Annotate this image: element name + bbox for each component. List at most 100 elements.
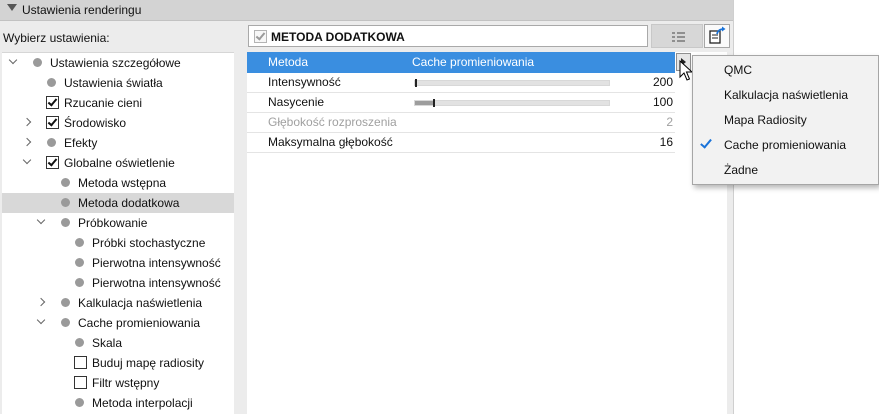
- panel-title: Ustawienia renderingu: [22, 3, 142, 17]
- property-row-glebokosc-rozproszenia: Głębokość rozproszenia 2: [247, 112, 675, 133]
- menu-item-label: QMC: [724, 63, 752, 77]
- tree-item-label: Metoda interpolacji: [92, 396, 193, 410]
- property-label: Maksymalna głębokość: [268, 135, 393, 149]
- tree-item-buduj-mape-radiosity[interactable]: Buduj mapę radiosity: [2, 353, 234, 373]
- tree-item-filtr-wstepny[interactable]: Filtr wstępny: [2, 373, 234, 393]
- check-icon: [47, 116, 58, 127]
- tree-item-kalkulacja-naswietlenia[interactable]: Kalkulacja naświetlenia: [2, 293, 234, 313]
- bullet-icon: [75, 398, 84, 407]
- tree-checkbox[interactable]: [74, 376, 87, 389]
- chevron-right-icon[interactable]: [22, 137, 32, 147]
- property-label: Metoda: [268, 55, 309, 69]
- bullet-icon: [61, 298, 70, 307]
- export-settings-icon: [709, 26, 726, 44]
- tree-item-probki-stochastyczne[interactable]: Próbki stochastyczne: [2, 233, 234, 253]
- section-enable-checkbox[interactable]: [254, 30, 267, 43]
- bullet-icon: [61, 178, 70, 187]
- tree-item-label: Próbki stochastyczne: [92, 236, 206, 250]
- tree-item-label: Filtr wstępny: [92, 376, 160, 390]
- tree-item-ustawienia-szczegolowe[interactable]: Ustawienia szczegółowe: [2, 53, 234, 73]
- check-icon: [47, 96, 58, 107]
- check-icon: [255, 30, 266, 41]
- tree-item-metoda-dodatkowa[interactable]: Metoda dodatkowa: [2, 193, 234, 213]
- section-title: METODA DODATKOWA: [271, 30, 405, 44]
- property-row-metoda[interactable]: Metoda Cache promieniowania: [247, 52, 675, 73]
- property-label: Nasycenie: [268, 95, 325, 109]
- tree-item-label: Ustawienia szczegółowe: [50, 56, 181, 70]
- tree-item-label: Próbkowanie: [78, 216, 148, 230]
- tree-item-metoda-interpolacji[interactable]: Metoda interpolacji: [2, 393, 234, 413]
- tree-item-label: Skala: [92, 336, 123, 350]
- mouse-pointer-icon: [679, 60, 693, 81]
- tree-item-skala[interactable]: Skala: [2, 333, 234, 353]
- tree-checkbox-checked[interactable]: [46, 116, 59, 129]
- property-value[interactable]: 16: [660, 135, 673, 149]
- list-view-button[interactable]: [651, 24, 703, 48]
- tree-item-label: Metoda wstępna: [78, 176, 167, 190]
- tree-item-label: Globalne oświetlenie: [64, 156, 175, 170]
- menu-item-mapa-radiosity[interactable]: Mapa Radiosity: [693, 107, 878, 132]
- tree-checkbox-checked[interactable]: [46, 156, 59, 169]
- tree-item-label: Rzucanie cieni: [64, 96, 143, 110]
- menu-item-zadne[interactable]: Żadne: [693, 157, 878, 182]
- menu-item-qmc[interactable]: QMC: [693, 57, 878, 82]
- property-value[interactable]: 100: [653, 95, 673, 109]
- section-header: METODA DODATKOWA: [248, 25, 648, 47]
- property-row-intensywnosc[interactable]: Intensywność 200: [247, 72, 675, 93]
- choose-settings-label: Wybierz ustawienia:: [3, 31, 110, 45]
- tree-item-rzucanie-cieni[interactable]: Rzucanie cieni: [2, 93, 234, 113]
- tree-item-label: Metoda dodatkowa: [78, 196, 180, 210]
- slider-handle[interactable]: [415, 79, 417, 87]
- slider-handle[interactable]: [433, 99, 436, 107]
- tree-item-label: Pierwotna intensywność: [92, 256, 221, 270]
- tree-item-srodowisko[interactable]: Środowisko: [2, 113, 234, 133]
- tree-item-probkowanie[interactable]: Próbkowanie: [2, 213, 234, 233]
- property-value[interactable]: Cache promieniowania: [412, 55, 534, 69]
- tree-item-pierwotna-intensywnosc[interactable]: Pierwotna intensywność: [2, 253, 234, 273]
- bullet-icon: [61, 218, 70, 227]
- bullet-icon: [33, 58, 42, 67]
- tree-item-cache-promieniowania[interactable]: Cache promieniowania: [2, 313, 234, 333]
- chevron-right-icon[interactable]: [22, 117, 32, 127]
- checkmark-icon: [700, 136, 712, 149]
- property-row-maksymalna-glebokosc[interactable]: Maksymalna głębokość 16: [247, 132, 675, 153]
- slider-fill: [415, 101, 435, 105]
- chevron-right-icon[interactable]: [36, 297, 46, 307]
- menu-item-cache-promieniowania[interactable]: Cache promieniowania: [693, 132, 878, 157]
- tree-item-pierwotna-intensywnosc[interactable]: Pierwotna intensywność: [2, 273, 234, 293]
- tree-item-ustawienia-swiatla[interactable]: Ustawienia światła: [2, 73, 234, 93]
- panel-header[interactable]: Ustawienia renderingu: [0, 0, 733, 21]
- tree-item-efekty[interactable]: Efekty: [2, 133, 234, 153]
- tree-item-label: Kalkulacja naświetlenia: [78, 296, 203, 310]
- chevron-down-icon[interactable]: [36, 315, 46, 325]
- menu-item-label: Kalkulacja naświetlenia: [724, 88, 849, 102]
- settings-tree[interactable]: Ustawienia szczegółowe Ustawienia światła…: [2, 52, 234, 415]
- chevron-down-icon[interactable]: [22, 155, 32, 165]
- property-slider[interactable]: [414, 79, 610, 87]
- export-settings-button[interactable]: [704, 24, 730, 48]
- tree-item-metoda-wstepna[interactable]: Metoda wstępna: [2, 173, 234, 193]
- tree-checkbox-checked[interactable]: [46, 96, 59, 109]
- property-slider[interactable]: [414, 99, 610, 107]
- property-value[interactable]: 200: [653, 75, 673, 89]
- bullet-icon: [75, 238, 84, 247]
- menu-item-label: Cache promieniowania: [724, 138, 847, 152]
- property-row-nasycenie[interactable]: Nasycenie 100: [247, 92, 675, 113]
- bullet-icon: [61, 318, 70, 327]
- tree-item-label: Ustawienia światła: [64, 76, 163, 90]
- chevron-down-icon[interactable]: [8, 55, 18, 65]
- bullet-icon: [47, 78, 56, 87]
- bullet-icon: [75, 258, 84, 267]
- property-label: Intensywność: [268, 75, 341, 89]
- tree-item-label: Buduj mapę radiosity: [92, 356, 205, 370]
- triangle-down-icon[interactable]: [7, 4, 17, 11]
- chevron-down-icon[interactable]: [36, 215, 46, 225]
- tree-checkbox[interactable]: [74, 356, 87, 369]
- bullet-icon: [61, 198, 70, 207]
- bullet-icon: [75, 338, 84, 347]
- property-value[interactable]: 2: [666, 115, 673, 129]
- tree-item-label: Efekty: [64, 136, 98, 150]
- tree-item-globalne-oswietlenie[interactable]: Globalne oświetlenie: [2, 153, 234, 173]
- menu-item-kalkulacja-naswietlenia[interactable]: Kalkulacja naświetlenia: [693, 82, 878, 107]
- menu-item-label: Żadne: [724, 163, 759, 177]
